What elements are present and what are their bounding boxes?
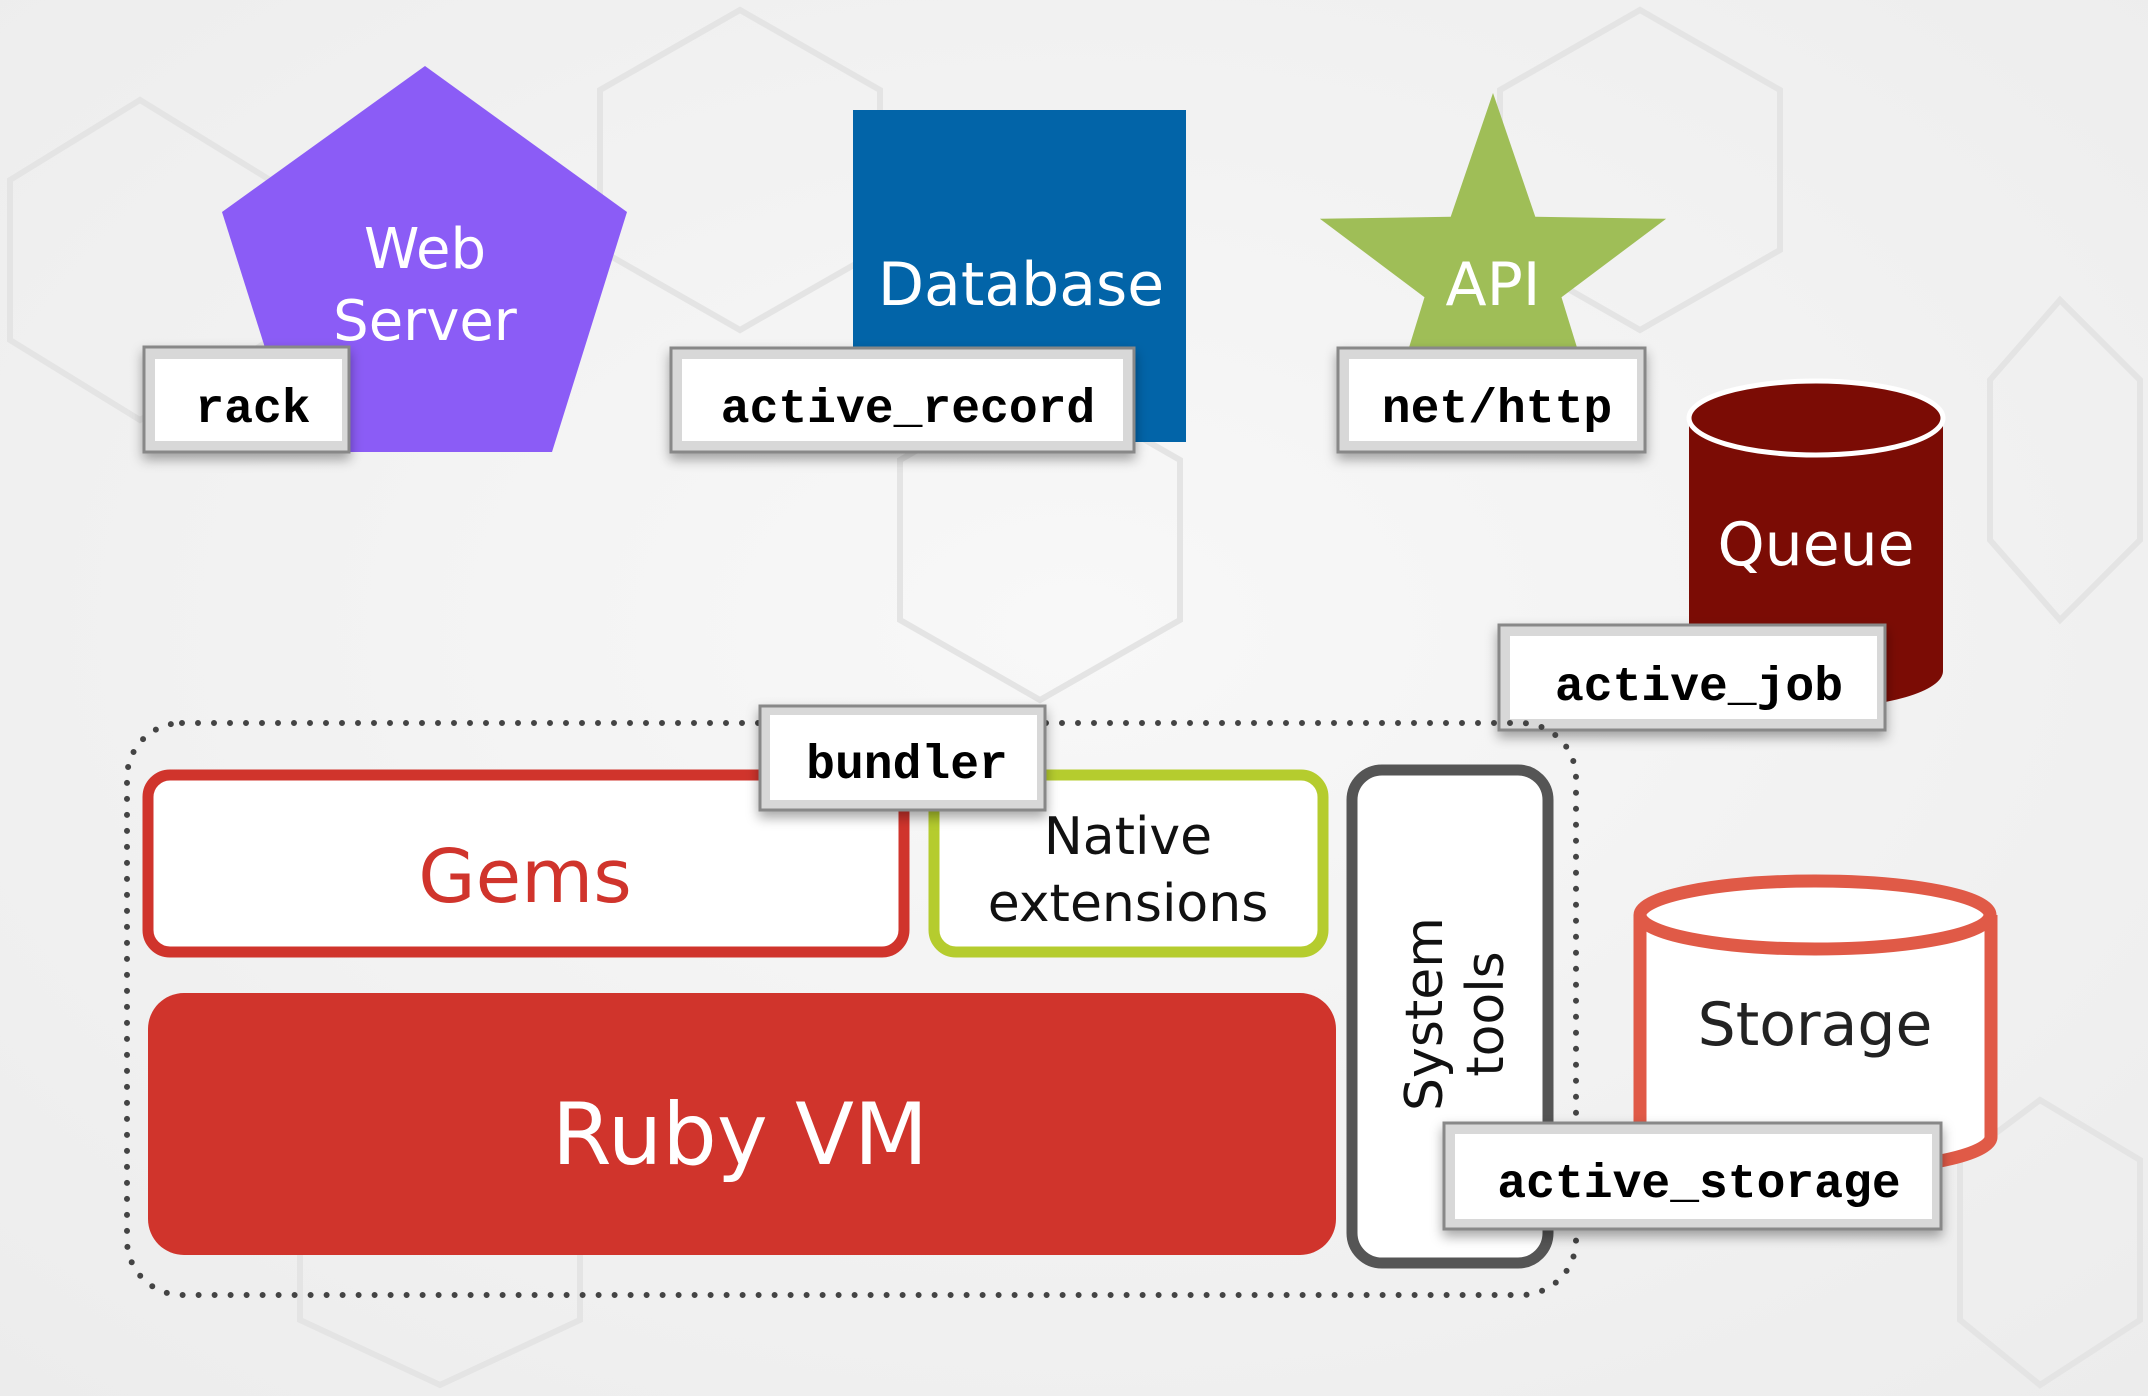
net-http-label: net/http [1382,383,1612,437]
bundler-label: bundler [806,739,1008,793]
native-extensions-label-line1: Native [1044,807,1212,867]
active-job-label: active_job [1555,661,1843,715]
system-tools-label-line1: System [1395,917,1455,1111]
tag-net-http: net/http [1336,346,1647,454]
api-label: API [1446,250,1541,320]
queue-label: Queue [1717,510,1914,580]
web-server-label-line1: Web [364,217,486,282]
active-record-label: active_record [721,383,1095,437]
rack-label: rack [195,383,310,437]
ruby-vm-label: Ruby VM [552,1085,928,1185]
storage-label: Storage [1698,990,1933,1060]
web-server-label-line2: Server [333,289,518,354]
system-tools-label-line2: tools [1456,951,1516,1077]
gems-label: Gems [418,834,632,920]
database-label: Database [878,250,1164,320]
cylinder-top [1686,378,1946,458]
native-extensions-label-line2: extensions [988,874,1269,934]
architecture-diagram: Web Server rack Database active_record A… [0,0,2148,1396]
tag-bundler: bundler [758,704,1047,812]
active-storage-label: active_storage [1497,1158,1900,1212]
tag-active-record: active_record [669,346,1136,454]
tag-active-storage: active_storage [1442,1121,1943,1231]
tag-rack: rack [142,345,351,454]
ruby-vm-box: Ruby VM [148,993,1336,1255]
cylinder-top [1633,874,1997,956]
tag-active-job: active_job [1497,623,1887,732]
